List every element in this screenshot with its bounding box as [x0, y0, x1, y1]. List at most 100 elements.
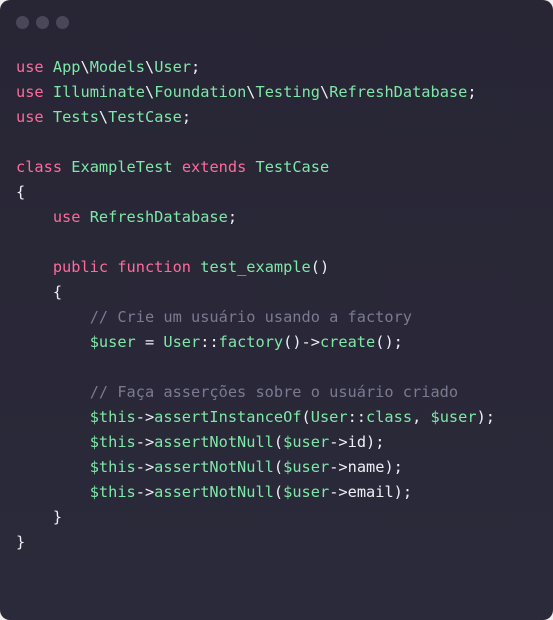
code-token-identifier: Tests [52, 108, 99, 126]
code-token-identifier: $this [89, 458, 136, 476]
code-token-text: \ [144, 83, 155, 101]
code-token-keyword: use [16, 58, 44, 76]
code-token-identifier: assertNotNull [154, 483, 274, 501]
code-token-text: \ [80, 58, 90, 76]
code-token-comment: // Faça asserções sobre o usuário criado [89, 383, 459, 401]
code-token-keyword: use [52, 208, 81, 226]
code-token-identifier: $user [89, 333, 136, 351]
code-token-text: \ [319, 83, 330, 101]
code-line: // Crie um usuário usando a factory [16, 305, 495, 330]
code-token-identifier: App [52, 58, 81, 76]
code-token-text: { [16, 183, 26, 201]
code-token-identifier: $user [430, 408, 477, 426]
code-token-identifier: Foundation [154, 83, 247, 101]
code-token-text: ->email); [329, 483, 413, 501]
code-line: } [16, 530, 495, 555]
code-token-text: } [16, 533, 26, 551]
code-token-text: \ [246, 83, 256, 101]
code-token-identifier: $this [89, 483, 136, 501]
code-token-identifier: RefreshDatabase [329, 83, 468, 101]
code-token-keyword: function [117, 258, 192, 276]
code-token-text: () [310, 258, 330, 276]
code-token-text: , [412, 408, 431, 426]
code-token-keyword: use [16, 83, 44, 101]
code-line: $this->assertNotNull($user->name); [16, 455, 495, 480]
code-token-identifier: assertNotNull [154, 433, 274, 451]
code-token-identifier: $user [283, 483, 330, 501]
code-token-text: \ [98, 108, 109, 126]
code-token-identifier: factory [218, 333, 284, 351]
code-line: } [16, 505, 495, 530]
close-dot-icon[interactable] [16, 16, 29, 29]
code-token-identifier: User [163, 333, 201, 351]
code-line: use RefreshDatabase; [16, 205, 495, 230]
code-token-identifier: TestCase [108, 108, 182, 126]
code-token-identifier: $user [283, 458, 330, 476]
code-line: $user = User::factory()->create(); [16, 330, 495, 355]
code-token-keyword: extends [181, 158, 247, 176]
code-token-text: ); [476, 408, 495, 426]
code-line: use Tests\TestCase; [16, 105, 495, 130]
code-token-text: ->name); [329, 458, 403, 476]
code-token-identifier: create [319, 333, 376, 351]
code-token-text: = [135, 333, 164, 351]
code-token-text: -> [135, 458, 155, 476]
code-token-text: -> [135, 433, 155, 451]
code-token-text: -> [135, 408, 155, 426]
code-line: { [16, 280, 495, 305]
code-token-text: } [52, 508, 63, 526]
code-token-text: \ [144, 58, 155, 76]
code-line: use Illuminate\Foundation\Testing\Refres… [16, 80, 495, 105]
code-token-identifier: User [310, 408, 348, 426]
code-token-identifier: ExampleTest [71, 158, 173, 176]
maximize-dot-icon[interactable] [56, 16, 69, 29]
code-token-identifier: $user [283, 433, 330, 451]
code-line: public function test_example() [16, 255, 495, 280]
code-token-keyword: class [16, 158, 63, 176]
code-token-identifier: assertNotNull [154, 458, 274, 476]
code-line: // Faça asserções sobre o usuário criado [16, 380, 495, 405]
code-token-text: ( [301, 408, 311, 426]
code-token-identifier: Illuminate [52, 83, 145, 101]
code-line: use App\Models\User; [16, 55, 495, 80]
code-line: $this->assertInstanceOf(User::class, $us… [16, 405, 495, 430]
code-token-identifier: test_example [200, 258, 311, 276]
window-controls [16, 16, 69, 29]
code-token-text: :: [347, 408, 367, 426]
code-token-identifier: Testing [255, 83, 320, 101]
code-token-identifier: assertInstanceOf [154, 408, 302, 426]
code-line: $this->assertNotNull($user->id); [16, 430, 495, 455]
code-token-text: ; [227, 208, 238, 226]
code-token-identifier: class [366, 408, 413, 426]
code-token-text: ; [467, 83, 477, 101]
code-token-text: ; [191, 58, 201, 76]
code-token-keyword: use [16, 108, 44, 126]
code-token-identifier: $this [89, 408, 136, 426]
code-token-text: -> [135, 483, 155, 501]
code-token-text: ()-> [283, 333, 320, 351]
code-token-text: :: [200, 333, 219, 351]
code-line: { [16, 180, 495, 205]
code-token-identifier: $this [89, 433, 136, 451]
code-token-text: ( [273, 483, 284, 501]
minimize-dot-icon[interactable] [36, 16, 49, 29]
